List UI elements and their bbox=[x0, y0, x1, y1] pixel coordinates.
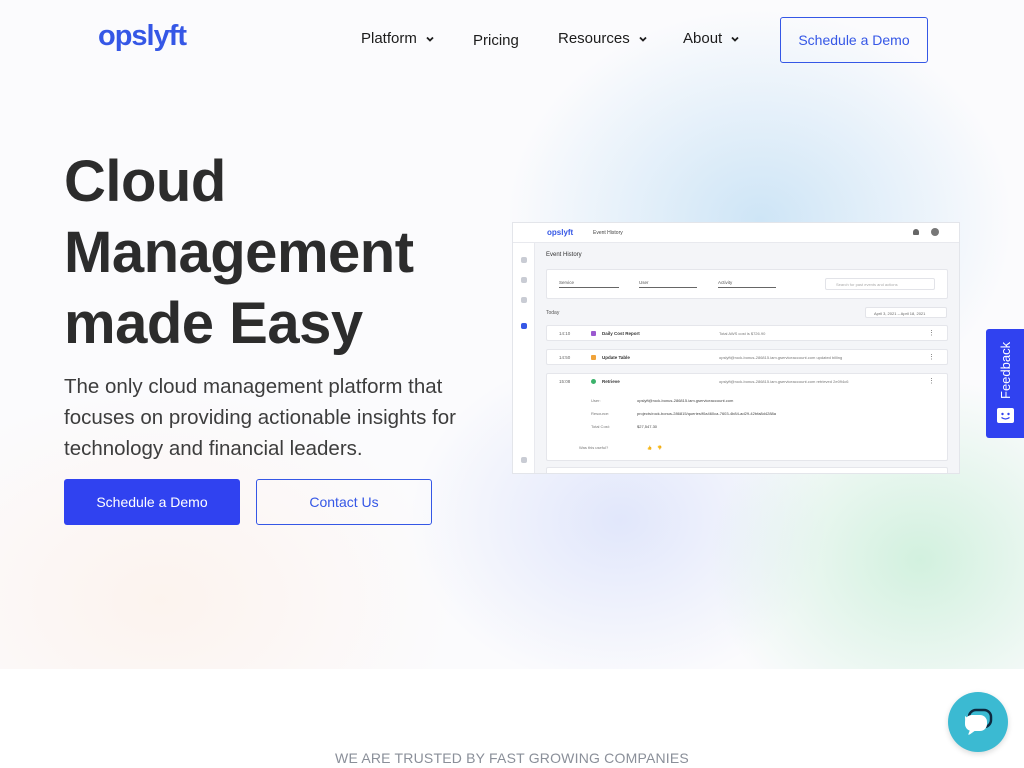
mockup-sidebar bbox=[513, 243, 535, 473]
nav-about[interactable]: About bbox=[683, 30, 740, 47]
nav-resources[interactable]: Resources bbox=[558, 30, 648, 47]
detail-user-label: User: bbox=[591, 398, 601, 403]
event-icon bbox=[591, 331, 596, 336]
event-name: Update Table bbox=[602, 355, 630, 360]
event-name: Retrieve bbox=[602, 379, 620, 384]
hero-title-line: Cloud bbox=[64, 149, 226, 214]
event-desc: opslyft@rock-bonus-286815.iam.gserviceac… bbox=[719, 355, 843, 360]
feedback-tab[interactable]: Feedback bbox=[986, 329, 1024, 438]
nav-schedule-demo-button[interactable]: Schedule a Demo bbox=[780, 17, 928, 63]
user-icon bbox=[931, 228, 939, 236]
thumbs-down-icon: 👎 bbox=[657, 445, 662, 450]
mockup-heading: Event History bbox=[546, 252, 582, 258]
sidebar-icon bbox=[521, 297, 527, 303]
contact-us-button[interactable]: Contact Us bbox=[256, 479, 432, 525]
chat-icon bbox=[965, 708, 993, 735]
nav-pricing-label: Pricing bbox=[473, 32, 519, 49]
feedback-label: Feedback bbox=[998, 341, 1013, 399]
event-name: Daily Cost Report bbox=[602, 331, 640, 336]
hero-subtitle: The only cloud management platform that … bbox=[64, 375, 457, 460]
event-row: 14:10 Daily Cost Report Total AWS cost i… bbox=[546, 325, 948, 341]
detail-cost-label: Total Cost: bbox=[591, 424, 610, 429]
thumbs-up-icon: 👍 bbox=[647, 445, 652, 450]
nav-about-label: About bbox=[683, 30, 723, 47]
event-icon bbox=[591, 379, 596, 384]
opslyft-logo[interactable]: opslyft bbox=[98, 20, 187, 53]
mockup-date-range: April 3, 2021 – April 18, 2021 bbox=[865, 307, 947, 318]
detail-cost-value: $27,547.30 bbox=[637, 424, 658, 429]
mockup-logo: opslyft bbox=[547, 228, 574, 237]
mockup-filter-bar: Service User Activity Search for past ev… bbox=[546, 269, 948, 299]
detail-resource-label: Resource: bbox=[591, 411, 610, 416]
nav-platform-label: Platform bbox=[361, 30, 417, 47]
mockup-topbar: opslyft Event History bbox=[513, 223, 959, 243]
mockup-search: Search for past events and actions bbox=[825, 278, 935, 290]
chat-button[interactable] bbox=[948, 692, 1008, 752]
bell-icon bbox=[913, 229, 919, 235]
event-row: 14:50 Update Table opslyft@rock-bonus-28… bbox=[546, 349, 948, 365]
phone-icon bbox=[521, 457, 527, 463]
feedback-icon bbox=[997, 408, 1014, 423]
sidebar-icon bbox=[521, 277, 527, 283]
hero-title: Cloud Management made Easy bbox=[64, 146, 414, 359]
event-row bbox=[546, 467, 948, 473]
event-time: 14:10 bbox=[559, 331, 571, 336]
filter-activity: Activity bbox=[718, 280, 776, 288]
hero-title-line: Management bbox=[64, 220, 414, 285]
mockup-section-label: Today bbox=[546, 310, 560, 316]
trusted-by-heading: WE ARE TRUSTED BY FAST GROWING COMPANIES bbox=[335, 750, 689, 766]
filter-service: Service bbox=[559, 280, 619, 288]
event-desc: Total AWS cost is $726.90 bbox=[719, 331, 766, 336]
chevron-down-icon bbox=[731, 36, 739, 42]
detail-useful: Was this useful? 👍 👎 bbox=[579, 445, 662, 450]
sidebar-icon bbox=[521, 257, 527, 263]
detail-resource-value: projects/rock-bonus-286815/queries/f0a46… bbox=[637, 411, 776, 416]
mockup-breadcrumb: Event History bbox=[593, 230, 623, 236]
chevron-down-icon bbox=[639, 36, 647, 42]
nav-resources-label: Resources bbox=[558, 30, 630, 47]
detail-useful-label: Was this useful? bbox=[579, 445, 609, 450]
event-desc: opslyft@rock-bonus-286815.iam.gserviceac… bbox=[719, 379, 849, 384]
filter-user: User bbox=[639, 280, 697, 288]
activity-icon bbox=[521, 323, 527, 329]
chevron-down-icon bbox=[426, 36, 434, 42]
detail-user: User: opslyft@rock-bonus-286815.iam.gser… bbox=[591, 398, 733, 403]
nav-pricing[interactable]: Pricing bbox=[473, 32, 519, 49]
detail-resource: Resource: projects/rock-bonus-286815/que… bbox=[591, 411, 776, 416]
detail-user-value: opslyft@rock-bonus-286815.iam.gserviceac… bbox=[637, 398, 734, 403]
more-icon: ⋮ bbox=[928, 378, 935, 385]
hero-title-line: made Easy bbox=[64, 291, 363, 356]
event-time: 14:50 bbox=[559, 355, 571, 360]
more-icon: ⋮ bbox=[928, 330, 935, 337]
event-icon bbox=[591, 355, 596, 360]
detail-cost: Total Cost: $27,547.30 bbox=[591, 424, 657, 429]
more-icon: ⋮ bbox=[928, 354, 935, 361]
event-row-expanded: 15:08 Retrieve opslyft@rock-bonus-286815… bbox=[546, 373, 948, 461]
nav-platform[interactable]: Platform bbox=[361, 30, 435, 47]
schedule-demo-button[interactable]: Schedule a Demo bbox=[64, 479, 240, 525]
event-time: 15:08 bbox=[559, 379, 571, 384]
product-screenshot: opslyft Event History Event History Serv… bbox=[512, 222, 960, 474]
